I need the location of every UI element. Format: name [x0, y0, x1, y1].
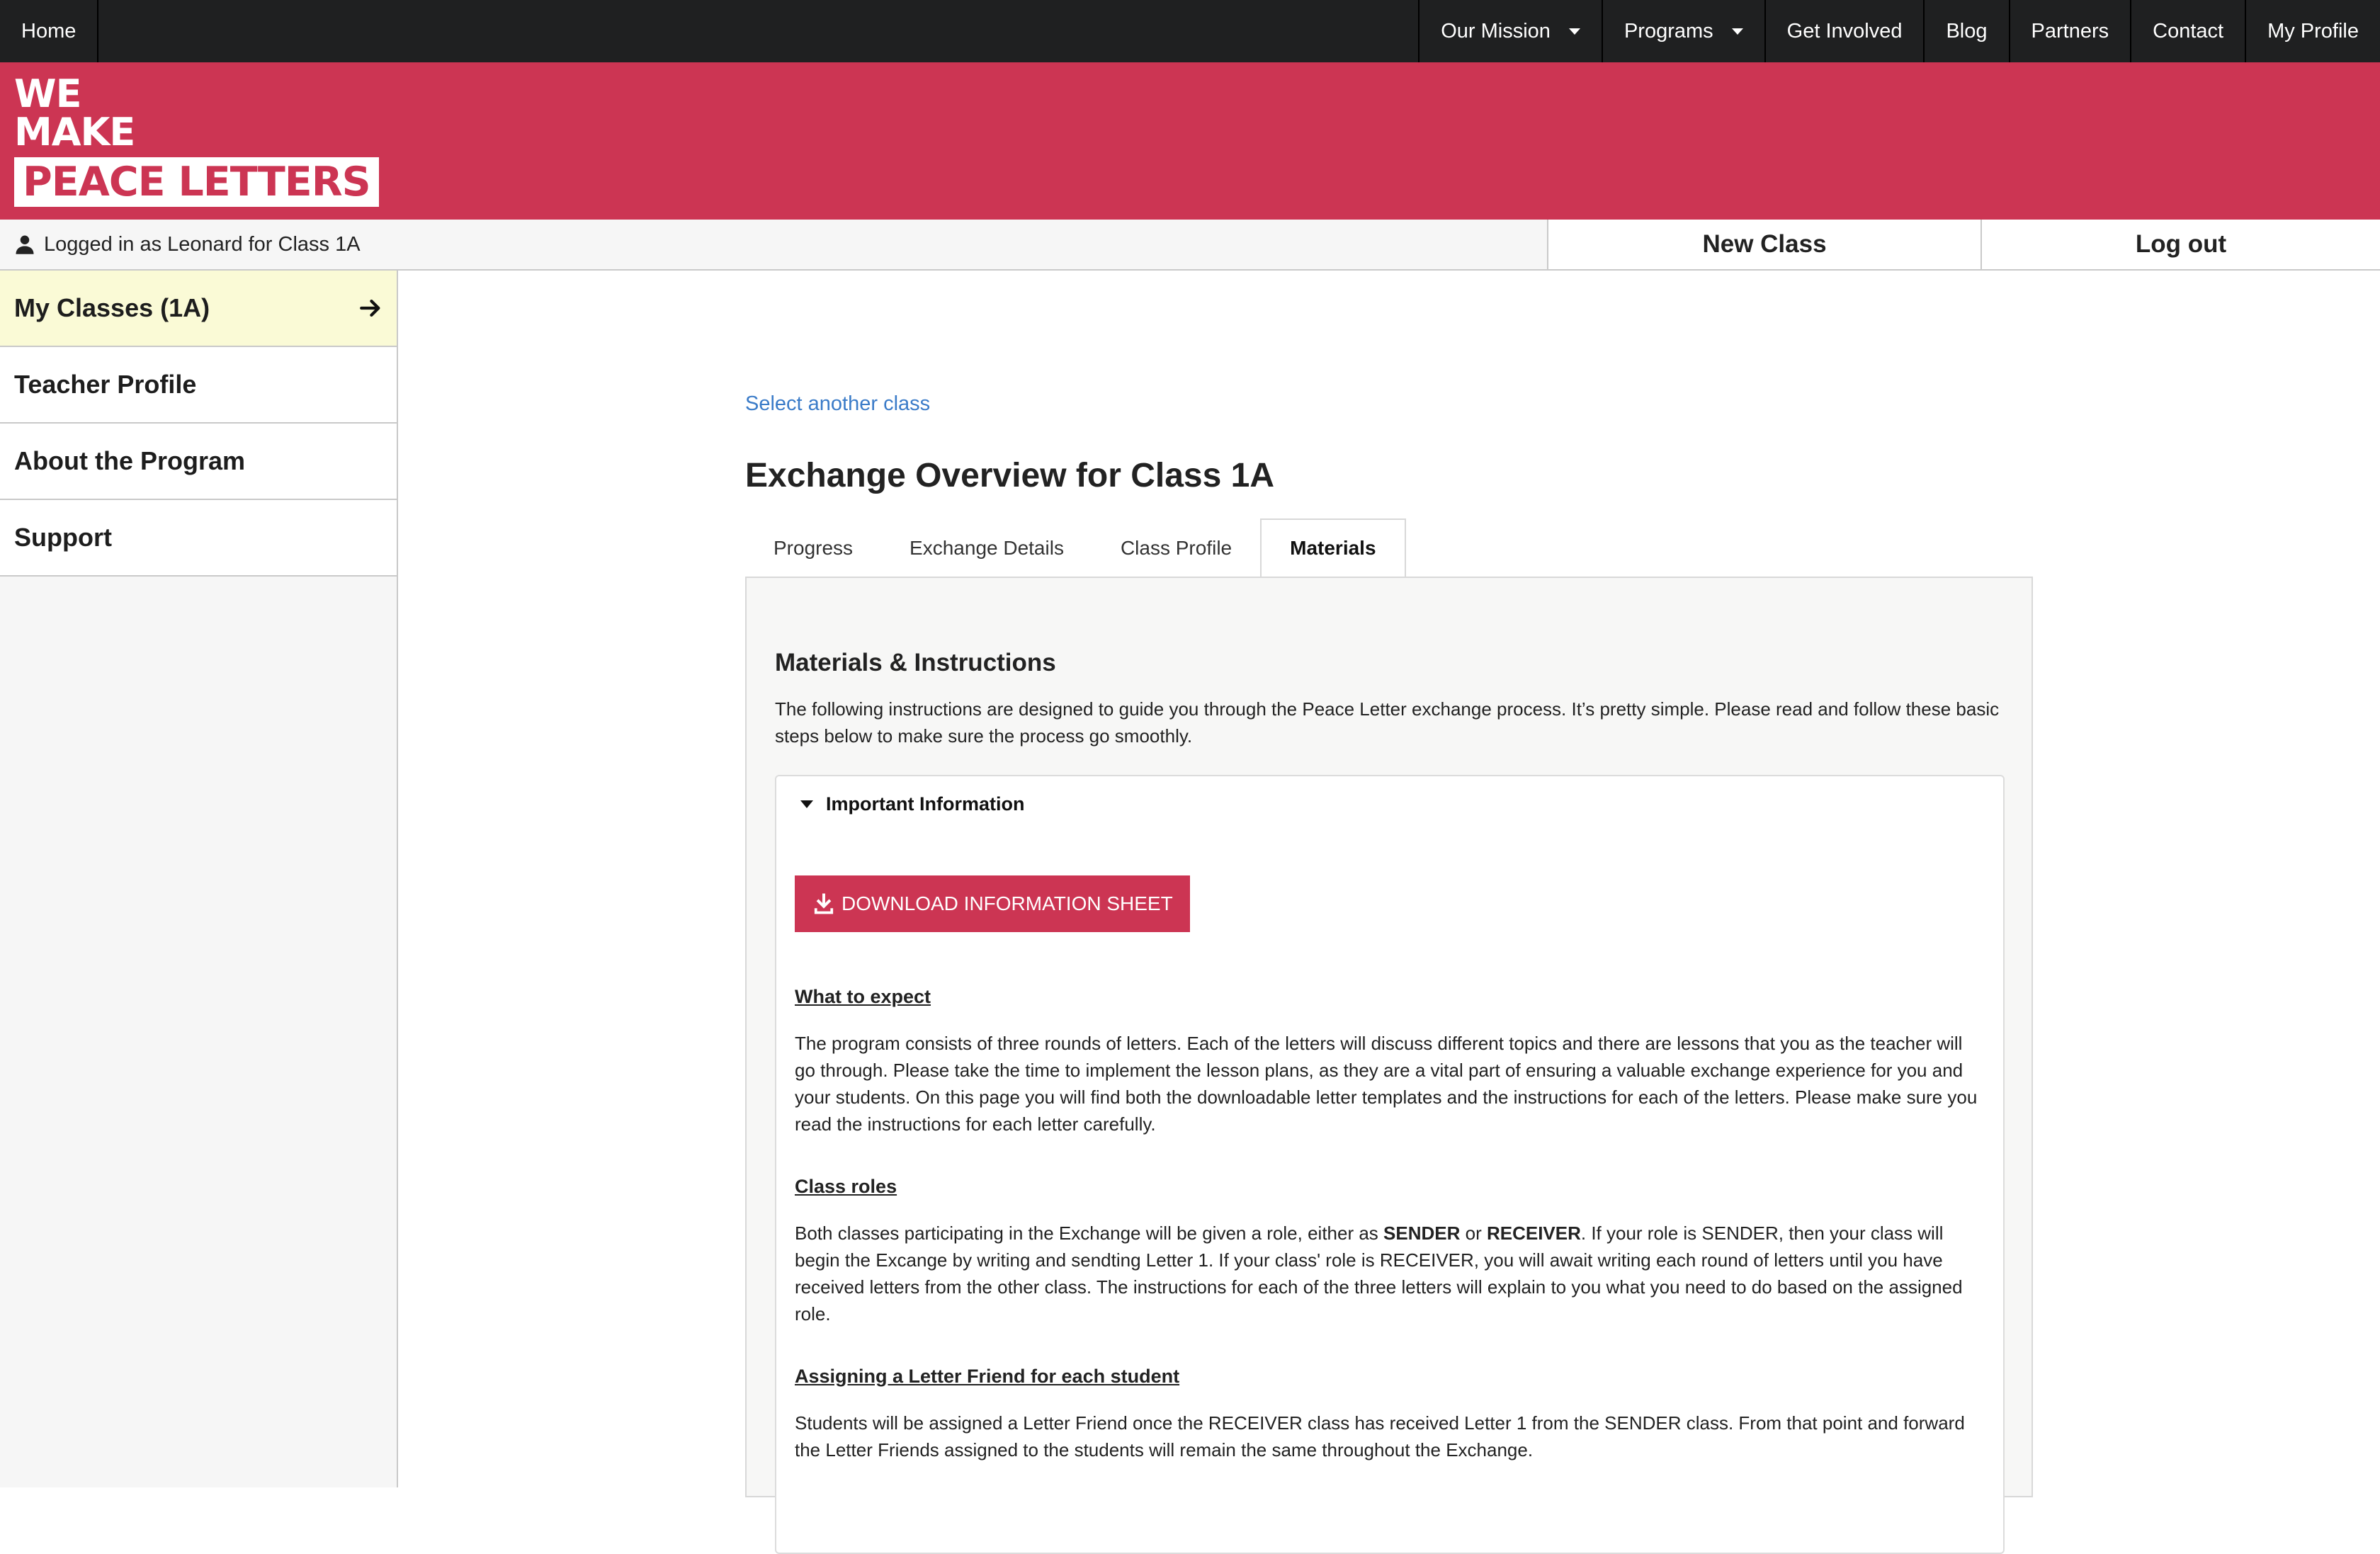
tab-progress[interactable]: Progress	[745, 518, 881, 578]
section-heading-what-to-expect: What to expect	[795, 986, 931, 1007]
nav-home[interactable]: Home	[0, 0, 99, 62]
panel-intro: The following instructions are designed …	[775, 698, 2000, 747]
select-another-class-link[interactable]: Select another class	[745, 392, 930, 416]
role-receiver: RECEIVER	[1486, 1223, 1581, 1244]
nav-label: Our Mission	[1441, 19, 1551, 42]
login-status-text: Logged in as Leonard for Class 1A	[44, 232, 361, 256]
download-information-sheet-button[interactable]: DOWNLOAD INFORMATION SHEET	[795, 875, 1190, 932]
nav-partners[interactable]: Partners	[2008, 0, 2131, 62]
important-information-details: Important Information DOWNLOAD INFORMATI…	[775, 775, 2005, 1554]
class-roles-text: Both classes participating in the Exchan…	[795, 1223, 1384, 1244]
nav-my-profile[interactable]: My Profile	[2245, 0, 2380, 62]
sidebar-item-label: Support	[14, 523, 112, 552]
nav-get-involved[interactable]: Get Involved	[1764, 0, 1924, 62]
login-bar: Logged in as Leonard for Class 1A New Cl…	[0, 220, 2380, 271]
section-body-letter-friend: Students will be assigned a Letter Frien…	[795, 1412, 1965, 1461]
nav-contact[interactable]: Contact	[2130, 0, 2245, 62]
logo-line-2: MAKE	[14, 110, 135, 154]
exchange-tabs: Progress Exchange Details Class Profile …	[745, 518, 1406, 578]
user-icon	[16, 235, 34, 254]
panel-title: Materials & Instructions	[775, 649, 1056, 676]
section-body-what-to-expect: The program consists of three rounds of …	[795, 1033, 1978, 1135]
nav-right-group: Our Mission Programs Get Involved Blog P…	[1418, 0, 2380, 62]
site-logo[interactable]: WE MAKE PEACE LETTERS	[14, 75, 379, 207]
role-sender: SENDER	[1383, 1223, 1461, 1244]
section-heading-class-roles: Class roles	[795, 1176, 897, 1197]
logout-button[interactable]: Log out	[1980, 220, 2380, 269]
chevron-down-icon	[1568, 28, 1580, 35]
chevron-down-icon	[1731, 28, 1743, 35]
download-icon	[814, 893, 834, 914]
sidebar-item-teacher-profile[interactable]: Teacher Profile	[0, 347, 397, 424]
login-status: Logged in as Leonard for Class 1A	[0, 220, 1547, 269]
tab-materials[interactable]: Materials	[1260, 518, 1406, 578]
nav-label: Programs	[1624, 19, 1713, 42]
new-class-button[interactable]: New Class	[1547, 220, 1980, 269]
sidebar-item-support[interactable]: Support	[0, 500, 397, 577]
sidebar-item-about-program[interactable]: About the Program	[0, 424, 397, 500]
brand-banner: WE MAKE PEACE LETTERS	[0, 62, 2380, 220]
sidebar-item-my-classes[interactable]: My Classes (1A)	[0, 271, 397, 347]
arrow-right-icon	[360, 299, 380, 317]
logo-line-3: PEACE LETTERS	[14, 157, 379, 207]
sidebar: My Classes (1A) Teacher Profile About th…	[0, 271, 398, 1487]
class-roles-text: or	[1460, 1223, 1487, 1244]
nav-blog[interactable]: Blog	[1923, 0, 2008, 62]
top-navigation: Home Our Mission Programs Get Involved B…	[0, 0, 2380, 62]
nav-programs[interactable]: Programs	[1601, 0, 1764, 62]
sidebar-item-label: My Classes (1A)	[14, 293, 210, 322]
nav-our-mission[interactable]: Our Mission	[1418, 0, 1602, 62]
tab-exchange-details[interactable]: Exchange Details	[881, 518, 1092, 578]
page-title: Exchange Overview for Class 1A	[745, 457, 1274, 494]
important-information-summary[interactable]: Important Information	[800, 793, 1024, 815]
tab-class-profile[interactable]: Class Profile	[1092, 518, 1260, 578]
download-button-label: DOWNLOAD INFORMATION SHEET	[842, 892, 1173, 914]
sidebar-item-label: About the Program	[14, 446, 246, 475]
summary-label: Important Information	[826, 793, 1025, 815]
materials-panel: Materials & Instructions The following i…	[745, 577, 2033, 1554]
sidebar-item-label: Teacher Profile	[14, 370, 197, 399]
logo-line-1: WE	[14, 72, 81, 116]
section-heading-letter-friend: Assigning a Letter Friend for each stude…	[795, 1366, 1180, 1387]
disclosure-triangle-icon	[800, 800, 813, 808]
section-body-class-roles: Both classes participating in the Exchan…	[795, 1220, 1985, 1327]
